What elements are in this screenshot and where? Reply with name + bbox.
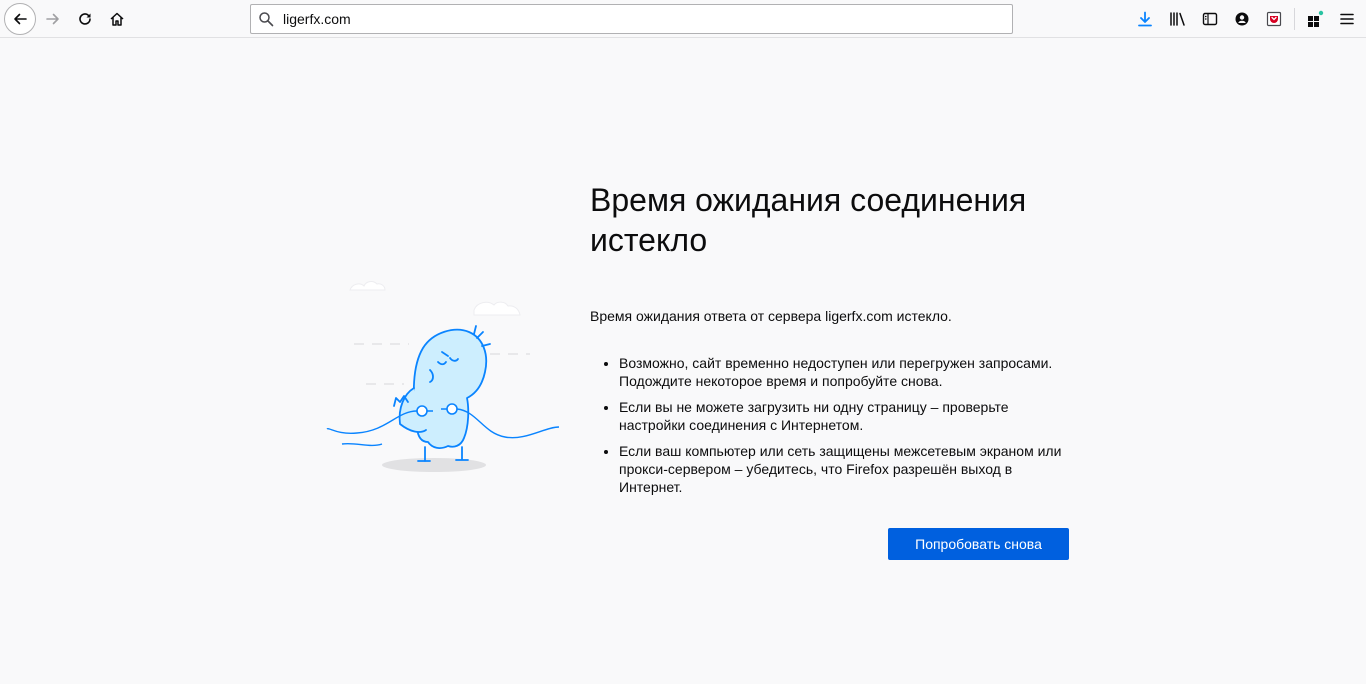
list-item: Если ваш компьютер или сеть защищены меж… — [619, 442, 1072, 496]
sidebar-icon — [1202, 12, 1218, 26]
list-item: Если вы не можете загрузить ни одну стра… — [619, 398, 1072, 434]
downloads-button[interactable] — [1130, 4, 1160, 34]
error-title: Время ожидания соединения истекло — [590, 182, 1027, 258]
try-again-button[interactable]: Попробовать снова — [888, 528, 1069, 560]
home-button[interactable] — [102, 4, 132, 34]
forward-icon — [46, 13, 59, 25]
search-icon — [259, 12, 274, 27]
menu-button[interactable] — [1332, 4, 1362, 34]
extensions-button[interactable] — [1300, 4, 1330, 34]
list-item: Возможно, сайт временно недоступен или п… — [619, 354, 1072, 390]
pocket-icon — [1266, 11, 1282, 27]
back-button[interactable] — [4, 3, 36, 35]
account-icon — [1235, 12, 1249, 26]
forward-button[interactable] — [38, 4, 68, 34]
error-illustration — [322, 268, 562, 483]
reload-button[interactable] — [70, 4, 100, 34]
url-text: ligerfx.com — [283, 11, 351, 27]
toolbar-separator — [1294, 8, 1295, 30]
dinosaur-icon — [393, 325, 491, 462]
library-icon — [1170, 12, 1185, 26]
menu-icon — [1340, 13, 1354, 25]
home-icon — [110, 12, 124, 26]
reload-icon — [79, 13, 91, 25]
cloud-icon — [349, 281, 521, 316]
account-button[interactable] — [1227, 4, 1257, 34]
suggestions-list: Возможно, сайт временно недоступен или п… — [590, 354, 1072, 496]
pocket-button[interactable] — [1259, 4, 1289, 34]
url-bar[interactable]: ligerfx.com — [250, 4, 1013, 34]
error-description: Время ожидания ответа от сервера ligerfx… — [590, 308, 952, 324]
back-icon — [14, 13, 27, 25]
extensions-icon — [1308, 10, 1324, 27]
error-content: Время ожидания соединения истекло Время … — [590, 180, 1072, 504]
download-icon — [1138, 11, 1152, 27]
library-button[interactable] — [1163, 4, 1193, 34]
browser-toolbar: ligerfx.com — [0, 0, 1366, 38]
sidebar-button[interactable] — [1195, 4, 1225, 34]
